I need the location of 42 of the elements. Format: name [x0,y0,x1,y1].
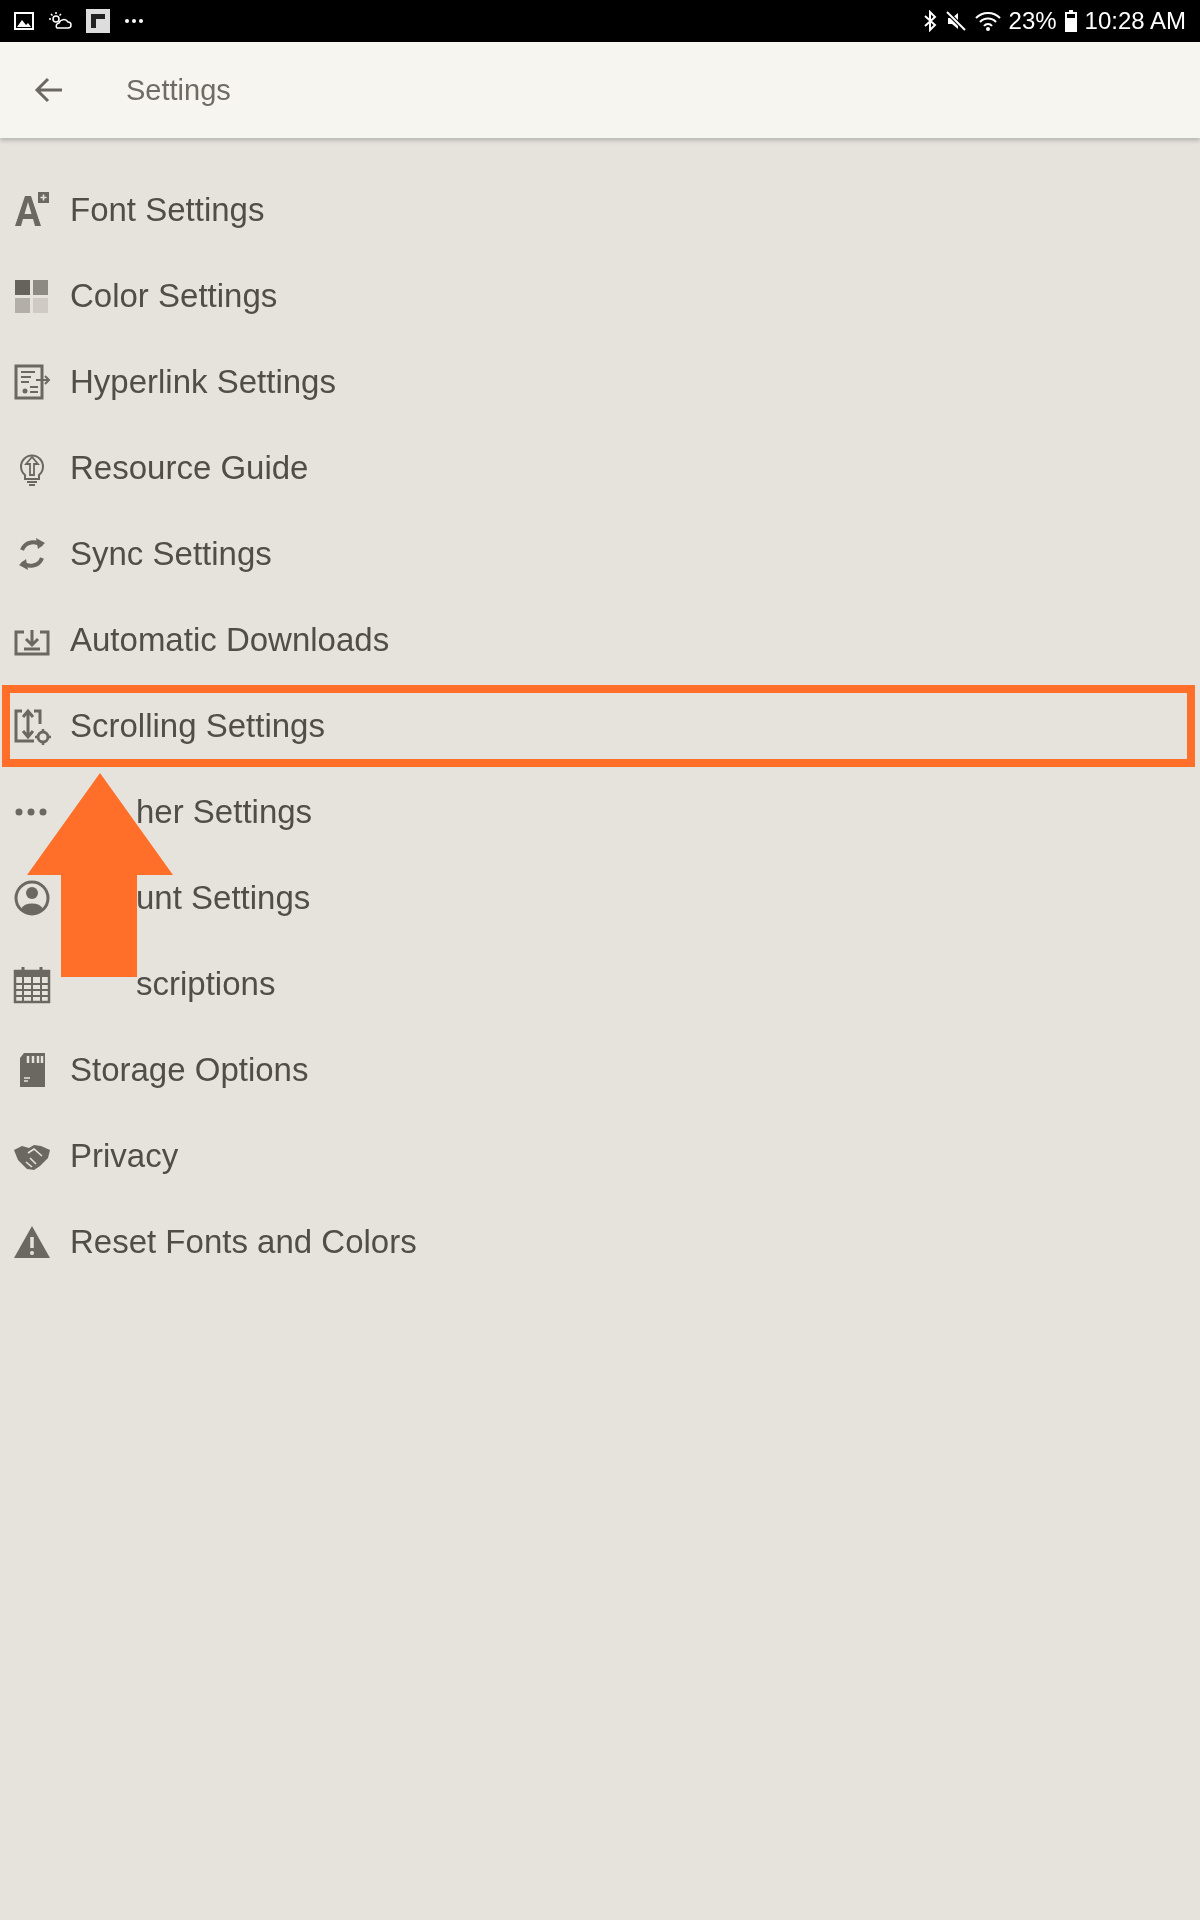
mute-icon [944,10,967,32]
account-icon [12,878,52,918]
settings-item[interactable]: Color Settings [0,253,1200,339]
item-label: Scrolling Settings [70,707,325,745]
item-label: Reset Fonts and Colors [70,1223,417,1261]
settings-item[interactable]: Scrolling Settings [0,683,1197,769]
item-label: her Settings [136,793,313,831]
settings-item[interactable]: Automatic Downloads [0,597,1200,683]
clock: 10:28 AM [1084,7,1186,35]
item-label: Font Settings [70,191,265,229]
back-icon[interactable] [34,77,64,103]
item-label: Storage Options [70,1051,309,1089]
app-icon [86,9,110,33]
settings-item[interactable]: Storage Options [0,1027,1200,1113]
settings-item[interactable]: Reset Fonts and Colors [0,1199,1200,1285]
settings-item[interactable]: Hyperlink Settings [0,339,1200,425]
battery-percent: 23% [1008,7,1057,35]
bluetooth-icon [922,10,937,32]
document-arrow-icon [12,362,52,402]
settings-item[interactable]: Sync Settings [0,511,1200,597]
page-title: Settings [126,73,231,107]
scroll-settings-icon [12,706,52,746]
item-label: Sync Settings [70,535,272,573]
item-label: Hyperlink Settings [70,363,336,401]
settings-item[interactable]: Resource Guide [0,425,1200,511]
calendar-icon [12,964,52,1004]
item-label: scriptions [136,965,276,1003]
settings-item[interactable]: scriptions [0,941,1200,1027]
item-label: Color Settings [70,277,278,315]
battery-icon [1064,10,1077,32]
item-label: Resource Guide [70,449,309,487]
settings-item[interactable]: unt Settings [0,855,1200,941]
item-label: Automatic Downloads [70,621,390,659]
wifi-icon [974,10,1001,32]
item-label: unt Settings [136,879,311,917]
settings-item[interactable]: her Settings [0,769,1200,855]
image-icon [14,12,34,30]
settings-item[interactable]: Privacy [0,1113,1200,1199]
weather-icon [48,11,72,31]
settings-item[interactable]: Font Settings [0,167,1200,253]
item-label: Privacy [70,1137,179,1175]
more-icon [124,18,144,24]
